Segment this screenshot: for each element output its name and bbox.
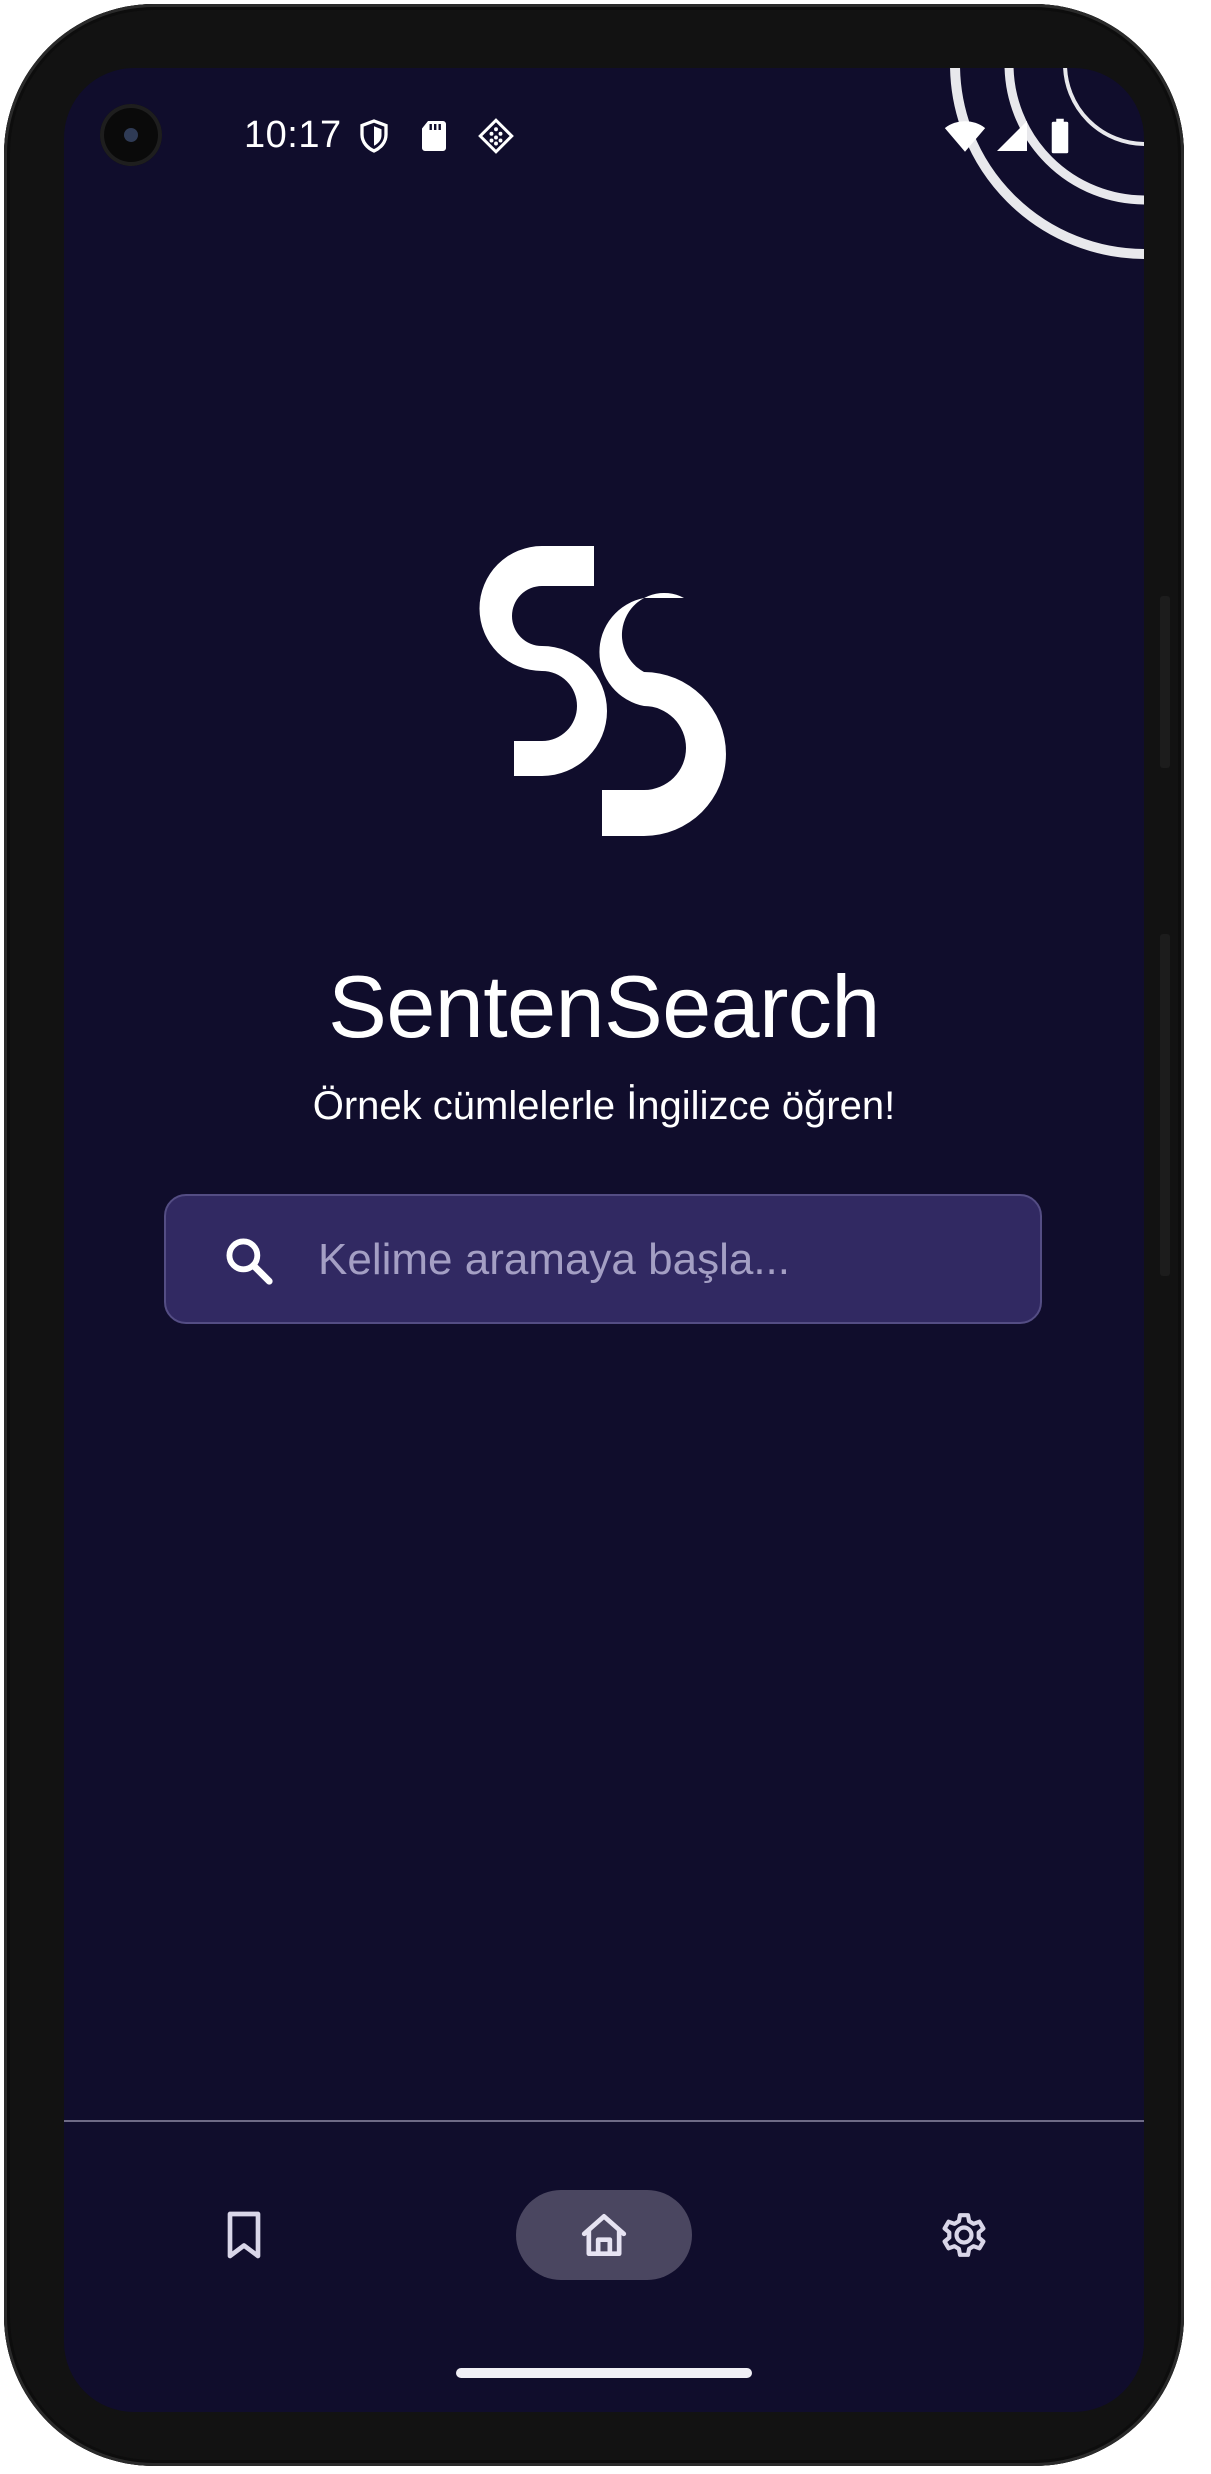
- home-icon: [581, 2214, 627, 2256]
- search-bar[interactable]: [164, 1194, 1042, 1324]
- cell-signal-icon: [997, 121, 1027, 151]
- search-input[interactable]: [316, 1196, 1020, 1324]
- sd-card-icon: [422, 121, 446, 151]
- power-button: [1160, 596, 1170, 768]
- search-icon: [226, 1238, 273, 1285]
- nav-settings-button[interactable]: [914, 2190, 1014, 2280]
- wifi-icon: [944, 121, 986, 152]
- diamond-grid-icon: [478, 118, 514, 154]
- volume-button: [1160, 934, 1170, 1276]
- bookmark-icon: [227, 2211, 261, 2259]
- status-time: 10:17: [244, 114, 342, 156]
- nav-bookmarks-button[interactable]: [194, 2190, 294, 2280]
- ss-logo-icon: [479, 546, 726, 836]
- gear-icon: [942, 2213, 986, 2257]
- phone-frame: 10:17 SentenSearch Örnek cümlelerle İngi…: [4, 4, 1184, 2466]
- front-camera: [100, 104, 162, 166]
- app-screen: 10:17 SentenSearch Örnek cümlelerle İngi…: [64, 68, 1144, 2412]
- app-subtitle: Örnek cümlelerle İngilizce öğren!: [312, 1084, 896, 1128]
- shield-icon: [360, 119, 388, 153]
- battery-icon: [1051, 118, 1069, 154]
- screen-recording-indicator: [950, 68, 1144, 259]
- app-title: SentenSearch: [328, 957, 880, 1056]
- bottom-nav-divider: [64, 2120, 1144, 2122]
- nav-home-button[interactable]: [516, 2190, 692, 2280]
- gesture-home-indicator[interactable]: [456, 2368, 752, 2378]
